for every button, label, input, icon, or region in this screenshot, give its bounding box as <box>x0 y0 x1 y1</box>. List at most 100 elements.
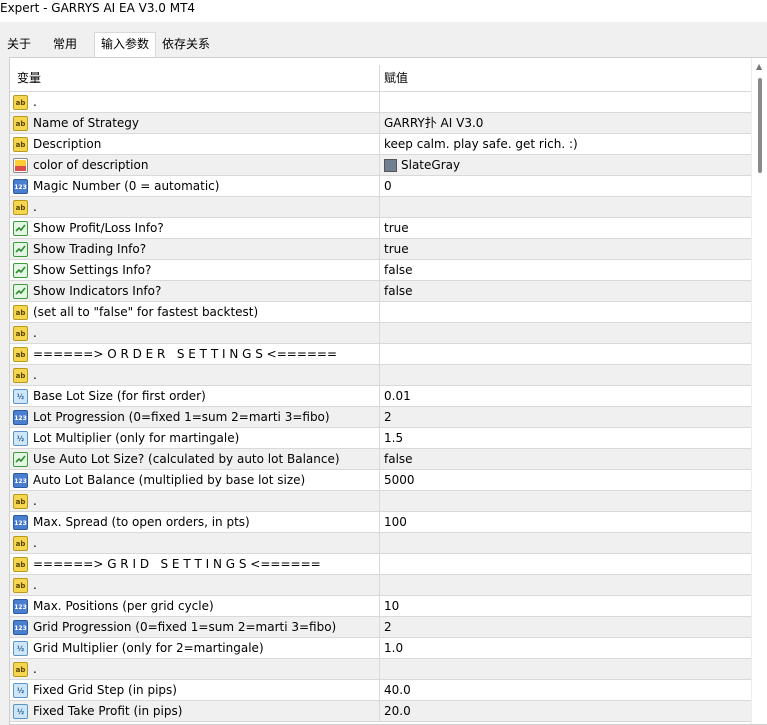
variable-cell[interactable]: ab Name of Strategy <box>10 113 380 133</box>
table-row[interactable]: ab Name of Strategy GARRY扑 AI V3.0 <box>10 113 752 134</box>
tab-common[interactable]: 常用 <box>48 33 82 57</box>
value-cell[interactable]: true <box>380 239 752 259</box>
table-row[interactable]: Use Auto Lot Size? (calculated by auto l… <box>10 449 752 470</box>
value-cell[interactable]: 10 <box>380 596 752 616</box>
table-row[interactable]: 123 Max. Positions (per grid cycle) 10 <box>10 596 752 617</box>
variable-cell[interactable]: ab. <box>10 491 380 511</box>
table-row[interactable]: ab. <box>10 365 752 386</box>
variable-cell[interactable]: ab ======> O R D E R S E T T I N G S <===… <box>10 344 380 364</box>
variable-cell[interactable]: 123 Lot Progression (0=fixed 1=sum 2=mart… <box>10 407 380 427</box>
value-cell[interactable]: 1.5 <box>380 428 752 448</box>
variable-cell[interactable]: 123 Grid Progression (0=fixed 1=sum 2=mar… <box>10 617 380 637</box>
variable-cell[interactable]: ½ Lot Multiplier (only for martingale) <box>10 428 380 448</box>
scroll-up-icon[interactable]: ▲ <box>756 62 762 71</box>
value-cell[interactable]: 2 <box>380 407 752 427</box>
variable-value: true <box>384 242 409 256</box>
tab-about[interactable]: 关于 <box>2 33 36 57</box>
variable-cell[interactable]: ½ Base Lot Size (for first order) <box>10 386 380 406</box>
variable-cell[interactable]: Show Indicators Info? <box>10 281 380 301</box>
variable-cell[interactable]: ab ======> G R I D S E T T I N G S <=====… <box>10 554 380 574</box>
table-row[interactable]: Show Indicators Info? false <box>10 281 752 302</box>
variable-cell[interactable]: ½ Fixed Grid Step (in pips) <box>10 680 380 700</box>
header-variable[interactable]: 变量 <box>10 65 380 91</box>
value-cell[interactable] <box>380 92 752 112</box>
table-row[interactable]: color of description SlateGray <box>10 155 752 176</box>
value-cell[interactable] <box>380 554 752 574</box>
variable-cell[interactable]: 123 Magic Number (0 = automatic) <box>10 176 380 196</box>
value-cell[interactable] <box>380 575 752 595</box>
table-row[interactable]: Show Profit/Loss Info? true <box>10 218 752 239</box>
header-value[interactable]: 赋值 <box>380 65 752 91</box>
value-cell[interactable] <box>380 323 752 343</box>
table-row[interactable]: ab. <box>10 533 752 554</box>
variable-cell[interactable]: Show Trading Info? <box>10 239 380 259</box>
variable-cell[interactable]: 123 Max. Positions (per grid cycle) <box>10 596 380 616</box>
variable-cell[interactable]: ab. <box>10 92 380 112</box>
table-row[interactable]: 123 Lot Progression (0=fixed 1=sum 2=mart… <box>10 407 752 428</box>
table-row[interactable]: ½ Grid Multiplier (only for 2=martingale)… <box>10 638 752 659</box>
value-cell[interactable]: false <box>380 281 752 301</box>
value-cell[interactable]: SlateGray <box>380 155 752 175</box>
variable-cell[interactable]: 123 Max. Spread (to open orders, in pts) <box>10 512 380 532</box>
table-row[interactable]: ab. <box>10 491 752 512</box>
table-row[interactable]: 123 Magic Number (0 = automatic) 0 <box>10 176 752 197</box>
variable-cell[interactable]: ab. <box>10 659 380 679</box>
tab-dependencies[interactable]: 依存关系 <box>160 33 212 57</box>
value-cell[interactable]: 2 <box>380 617 752 637</box>
value-cell[interactable]: true <box>380 218 752 238</box>
table-row[interactable]: ½ Base Lot Size (for first order) 0.01 <box>10 386 752 407</box>
value-cell[interactable]: 1.0 <box>380 638 752 658</box>
value-cell[interactable]: false <box>380 449 752 469</box>
table-row[interactable]: ½ Lot Multiplier (only for martingale) 1.5 <box>10 428 752 449</box>
value-cell[interactable] <box>380 302 752 322</box>
variable-cell[interactable]: ab. <box>10 323 380 343</box>
value-cell[interactable]: 20.0 <box>380 701 752 721</box>
value-cell[interactable] <box>380 197 752 217</box>
table-row[interactable]: 123 Grid Progression (0=fixed 1=sum 2=mar… <box>10 617 752 638</box>
table-row[interactable]: 123 Max. Spread (to open orders, in pts) 1… <box>10 512 752 533</box>
table-row[interactable]: Show Trading Info? true <box>10 239 752 260</box>
value-cell[interactable] <box>380 491 752 511</box>
table-row[interactable]: ab. <box>10 575 752 596</box>
variable-cell[interactable]: Use Auto Lot Size? (calculated by auto l… <box>10 449 380 469</box>
table-row[interactable]: 123 Auto Lot Balance (multiplied by base … <box>10 470 752 491</box>
variable-cell[interactable]: ab. <box>10 575 380 595</box>
value-cell[interactable]: 5000 <box>380 470 752 490</box>
vertical-scrollbar[interactable]: ▲ <box>751 58 767 724</box>
variable-cell[interactable]: ab. <box>10 533 380 553</box>
value-cell[interactable]: keep calm. play safe. get rich. :) <box>380 134 752 154</box>
table-row[interactable]: ½ Fixed Take Profit (in pips) 20.0 <box>10 701 752 722</box>
variable-cell[interactable]: Show Profit/Loss Info? <box>10 218 380 238</box>
value-cell[interactable]: 100 <box>380 512 752 532</box>
tab-inputs[interactable]: 输入参数 <box>94 32 156 58</box>
variable-cell[interactable]: ab. <box>10 197 380 217</box>
table-row[interactable]: ab. <box>10 659 752 680</box>
table-row[interactable]: ab. <box>10 92 752 113</box>
variable-cell[interactable]: color of description <box>10 155 380 175</box>
table-row[interactable]: ab Description keep calm. play safe. get r… <box>10 134 752 155</box>
variable-cell[interactable]: Show Settings Info? <box>10 260 380 280</box>
value-cell[interactable] <box>380 659 752 679</box>
value-cell[interactable]: 0 <box>380 176 752 196</box>
variable-cell[interactable]: 123 Auto Lot Balance (multiplied by base … <box>10 470 380 490</box>
value-cell[interactable]: 40.0 <box>380 680 752 700</box>
variable-cell[interactable]: ½ Grid Multiplier (only for 2=martingale) <box>10 638 380 658</box>
table-row[interactable]: ab (set all to "false" for fastest backte… <box>10 302 752 323</box>
variable-cell[interactable]: ½ Fixed Take Profit (in pips) <box>10 701 380 721</box>
variable-cell[interactable]: ab Description <box>10 134 380 154</box>
variable-cell[interactable]: ab (set all to "false" for fastest backte… <box>10 302 380 322</box>
value-cell[interactable]: 0.01 <box>380 386 752 406</box>
value-cell[interactable]: false <box>380 260 752 280</box>
table-row[interactable]: ab. <box>10 197 752 218</box>
table-row[interactable]: ½ Fixed Grid Step (in pips) 40.0 <box>10 680 752 701</box>
table-row[interactable]: Show Settings Info? false <box>10 260 752 281</box>
value-cell[interactable] <box>380 365 752 385</box>
value-cell[interactable] <box>380 344 752 364</box>
table-row[interactable]: ab. <box>10 323 752 344</box>
value-cell[interactable] <box>380 533 752 553</box>
table-row[interactable]: ab ======> G R I D S E T T I N G S <=====… <box>10 554 752 575</box>
table-row[interactable]: ab ======> O R D E R S E T T I N G S <===… <box>10 344 752 365</box>
value-cell[interactable]: GARRY扑 AI V3.0 <box>380 113 752 133</box>
variable-cell[interactable]: ab. <box>10 365 380 385</box>
scroll-thumb[interactable] <box>758 78 762 173</box>
